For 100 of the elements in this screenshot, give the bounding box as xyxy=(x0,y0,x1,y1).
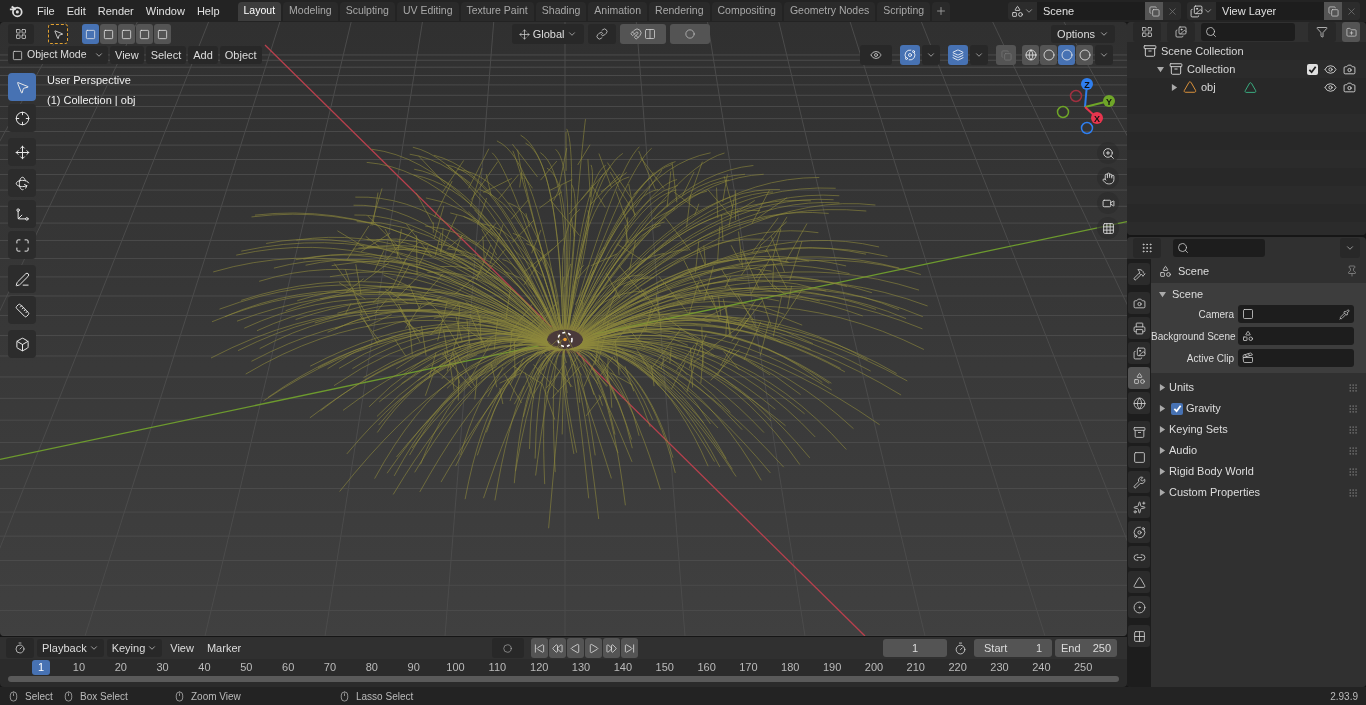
collapsed-arrow-icon[interactable] xyxy=(1171,83,1178,91)
workspace-tab[interactable]: UV Editing xyxy=(396,1,459,21)
properties-tab[interactable] xyxy=(1128,263,1150,285)
properties-tab[interactable] xyxy=(1128,571,1150,593)
viewport-menu[interactable]: Object xyxy=(219,46,262,64)
outliner-item[interactable]: obj xyxy=(1201,78,1216,96)
pan-button[interactable] xyxy=(1097,167,1119,189)
enable-checkbox[interactable] xyxy=(1171,402,1183,415)
menu-item[interactable]: Help xyxy=(190,2,226,20)
playback-button[interactable] xyxy=(530,638,548,659)
timeline-menu[interactable]: Playback xyxy=(37,639,104,658)
pivot-dropdown[interactable] xyxy=(588,24,617,44)
viewport-menu[interactable]: Select xyxy=(145,46,187,64)
object-field[interactable] xyxy=(1238,349,1354,367)
editor-type-button[interactable] xyxy=(8,24,34,44)
current-frame-marker[interactable]: 1 xyxy=(32,660,50,676)
collapsed-arrow-icon[interactable] xyxy=(1159,384,1166,391)
properties-tab[interactable] xyxy=(1128,471,1150,493)
outliner-item[interactable]: Collection xyxy=(1187,60,1236,78)
panel-title[interactable]: Scene xyxy=(1172,285,1204,303)
editor-type-button[interactable] xyxy=(1133,238,1161,258)
filter-dropdown[interactable] xyxy=(1167,22,1195,42)
view-layer-selector-button[interactable] xyxy=(1187,2,1216,20)
properties-tab[interactable] xyxy=(1128,446,1150,468)
properties-tab[interactable] xyxy=(1128,625,1150,647)
viewport-menu[interactable]: View xyxy=(110,46,144,64)
current-frame-field[interactable]: 1 xyxy=(883,639,947,658)
properties-tab[interactable] xyxy=(1128,521,1150,543)
filter-button[interactable] xyxy=(1308,22,1336,42)
zoom-button[interactable] xyxy=(1097,142,1119,164)
menu-item[interactable]: File xyxy=(31,2,61,20)
tool-button[interactable] xyxy=(8,138,36,166)
playback-button[interactable] xyxy=(584,638,602,659)
properties-tab[interactable] xyxy=(1128,342,1150,364)
properties-tab[interactable] xyxy=(1128,292,1150,314)
tool-button[interactable] xyxy=(8,265,36,293)
workspace-tab[interactable]: Layout xyxy=(237,1,282,21)
snap-toggle[interactable] xyxy=(620,24,667,44)
viewport-menu[interactable]: Add xyxy=(188,46,218,64)
tool-button[interactable] xyxy=(8,330,36,358)
section-title[interactable]: Keying Sets xyxy=(1169,421,1228,438)
workspace-tab[interactable]: Rendering xyxy=(649,1,710,21)
start-frame-field[interactable]: Start 1 xyxy=(974,639,1052,658)
tool-button[interactable] xyxy=(8,200,36,228)
properties-tab[interactable] xyxy=(1128,367,1150,389)
shading-mode-button[interactable] xyxy=(1058,45,1075,65)
orientation-dropdown[interactable]: Global xyxy=(512,24,585,44)
mode-dropdown[interactable]: Object Mode xyxy=(8,46,108,64)
playback-button[interactable] xyxy=(548,638,566,659)
selection-mode-button[interactable] xyxy=(136,24,153,44)
copy-button[interactable] xyxy=(1145,2,1163,20)
options-dropdown[interactable]: Options xyxy=(1051,25,1115,43)
workspace-tab[interactable]: Modeling xyxy=(283,1,338,21)
workspace-tab[interactable]: Scripting xyxy=(877,1,931,21)
section-title[interactable]: Rigid Body World xyxy=(1169,463,1254,480)
selection-mode-button[interactable] xyxy=(154,24,171,44)
section-title[interactable]: Units xyxy=(1169,379,1195,396)
section-title[interactable]: Gravity xyxy=(1186,400,1221,417)
properties-tab[interactable] xyxy=(1128,392,1150,414)
workspace-tab[interactable]: Sculpting xyxy=(339,1,395,21)
workspace-tab[interactable]: Texture Paint xyxy=(460,1,534,21)
menu-item[interactable]: Edit xyxy=(60,2,92,20)
collapsed-arrow-icon[interactable] xyxy=(1159,468,1166,475)
shading-mode-button[interactable] xyxy=(1076,45,1093,65)
properties-tab[interactable] xyxy=(1128,596,1150,618)
editor-type-button[interactable] xyxy=(6,638,34,659)
tool-button[interactable] xyxy=(8,169,36,197)
collapsed-arrow-icon[interactable] xyxy=(1159,426,1166,433)
menu-item[interactable]: Window xyxy=(139,2,191,20)
overlay-toggle[interactable] xyxy=(948,45,968,65)
tool-button[interactable] xyxy=(8,104,36,132)
tool-button[interactable] xyxy=(8,231,36,259)
playback-button[interactable] xyxy=(620,638,638,659)
scene-selector-button[interactable] xyxy=(1008,2,1037,20)
timeline-menu[interactable]: Keying xyxy=(106,639,163,658)
workspace-tab[interactable]: Compositing xyxy=(711,1,782,21)
new-collection-button[interactable] xyxy=(1342,22,1360,42)
view-layer-field[interactable]: View Layer xyxy=(1216,2,1324,20)
properties-tab[interactable] xyxy=(1128,421,1150,443)
outliner-item[interactable]: Scene Collection xyxy=(1161,42,1244,60)
section-title[interactable]: Custom Properties xyxy=(1169,484,1261,501)
gizmo-toggle[interactable] xyxy=(900,45,920,65)
perspective-toggle-button[interactable] xyxy=(1097,217,1119,239)
selection-mode-button[interactable] xyxy=(82,24,99,44)
navigation-gizmo[interactable]: Z Y X xyxy=(1054,76,1116,138)
collapsed-arrow-icon[interactable] xyxy=(1159,447,1166,454)
copy-button[interactable] xyxy=(1324,2,1342,20)
playback-button[interactable] xyxy=(566,638,584,659)
collapsed-arrow-icon[interactable] xyxy=(1159,489,1166,496)
timeline-menu[interactable]: Marker xyxy=(201,639,247,658)
search-field[interactable] xyxy=(1201,23,1295,41)
expanded-arrow-icon[interactable] xyxy=(1159,290,1166,298)
add-workspace-button[interactable] xyxy=(932,1,951,21)
tool-button[interactable] xyxy=(8,296,36,324)
search-field[interactable] xyxy=(1173,239,1265,257)
selection-mode-button[interactable] xyxy=(118,24,135,44)
workspace-tab[interactable]: Animation xyxy=(588,1,648,21)
shading-mode-button[interactable] xyxy=(1022,45,1039,65)
properties-tab[interactable] xyxy=(1128,317,1150,339)
camera-view-button[interactable] xyxy=(1097,192,1119,214)
